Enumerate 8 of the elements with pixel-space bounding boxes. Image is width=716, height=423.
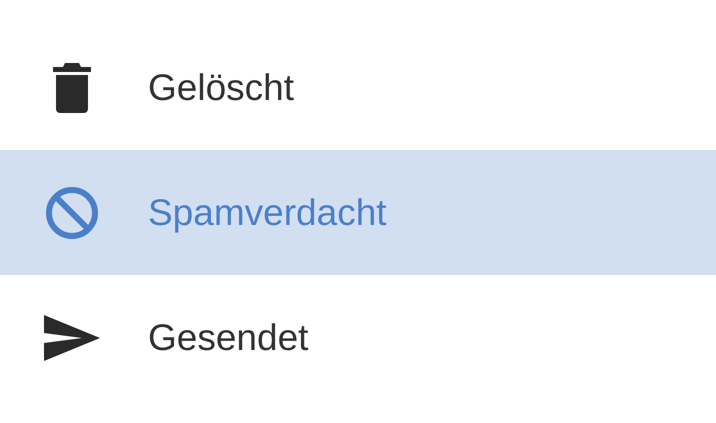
trash-icon — [53, 62, 91, 112]
folder-label: Gelöscht — [148, 66, 294, 108]
folder-item[interactable]: Gelöscht — [0, 25, 716, 150]
folder-label: Gesendet — [148, 316, 308, 358]
folder-item[interactable]: Gesendet — [0, 275, 716, 400]
send-icon — [44, 314, 100, 360]
block-icon — [45, 186, 99, 240]
folder-label: Spamverdacht — [148, 192, 387, 234]
